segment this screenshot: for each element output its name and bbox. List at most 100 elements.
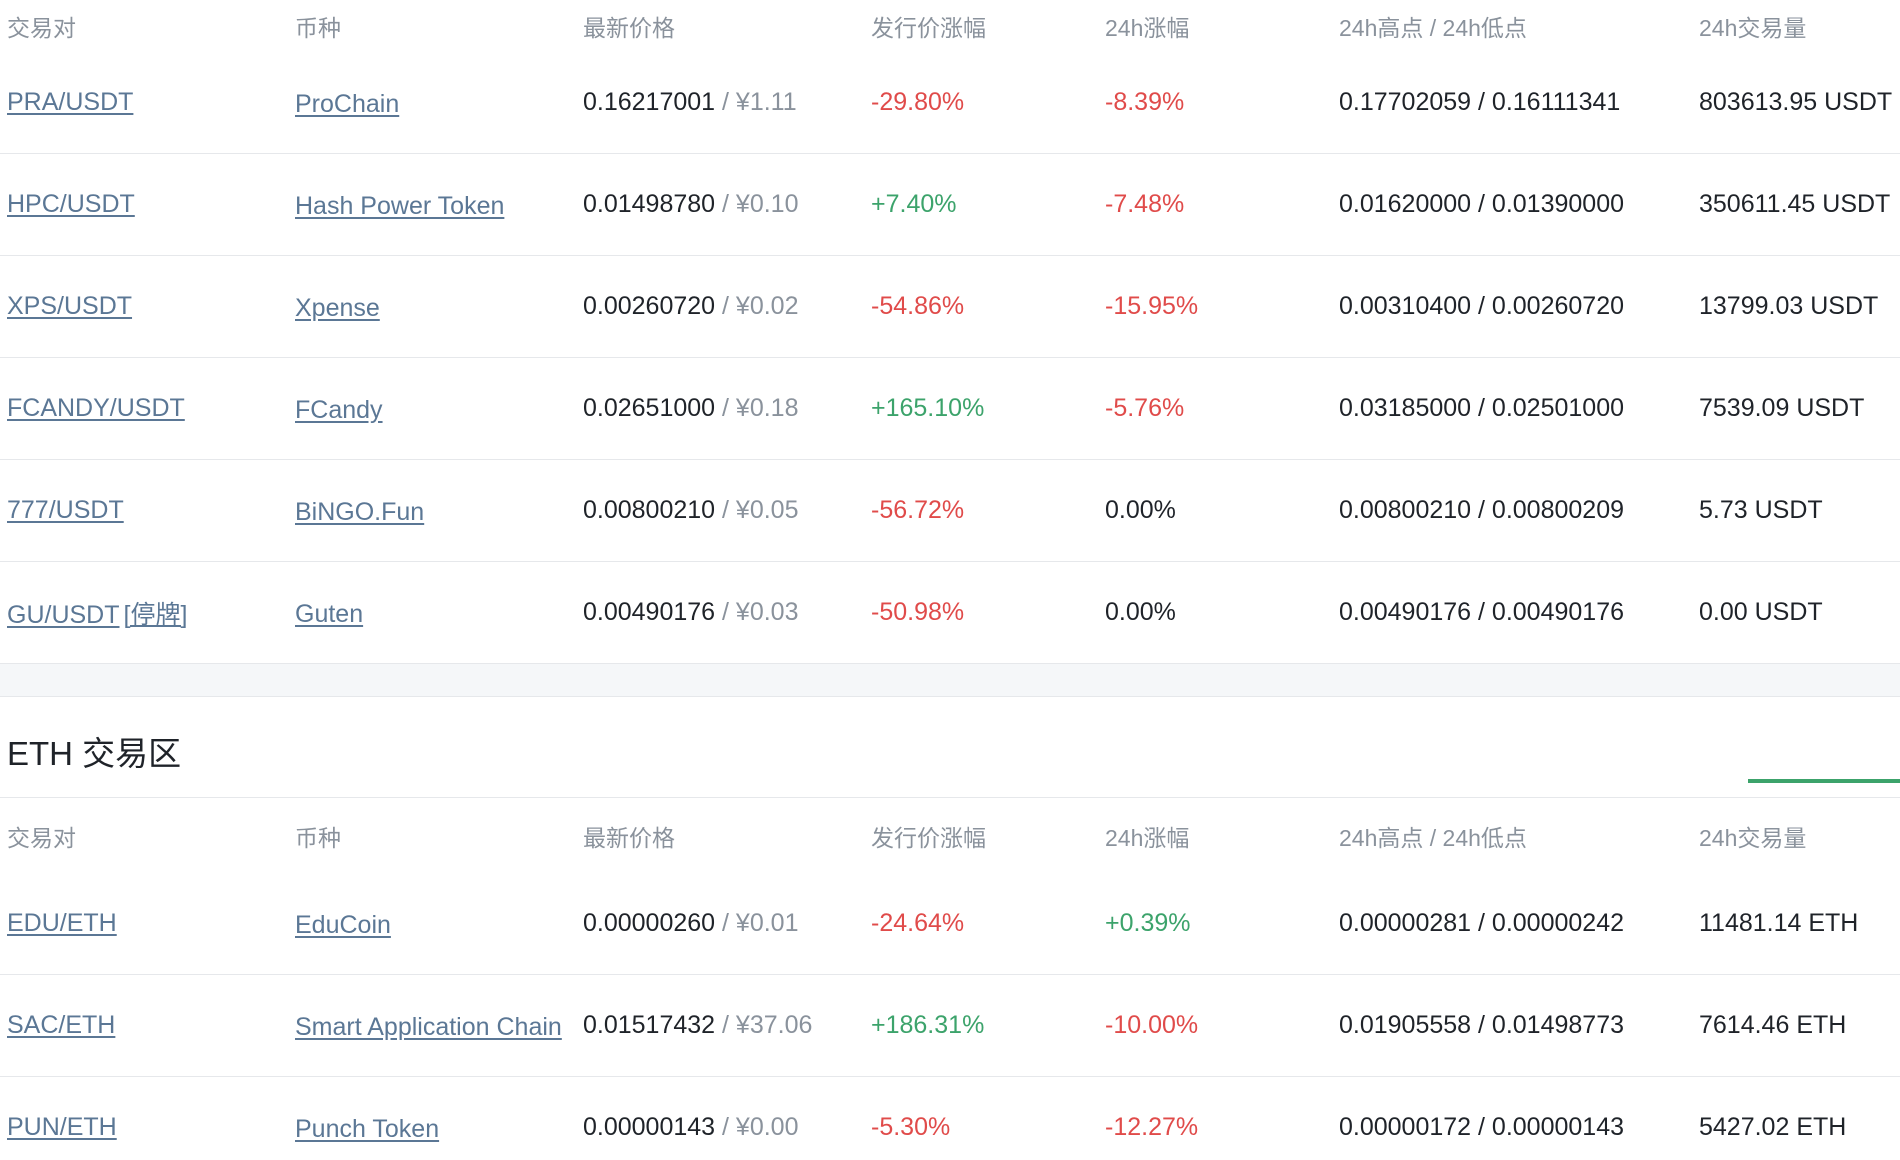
latest-price: 0.01517432 — [583, 1011, 716, 1039]
issue-change: +7.40% — [871, 190, 957, 218]
pair-cell: 777/USDT — [7, 496, 295, 525]
price-cell: 0.00800210 / ¥0.05 — [583, 496, 871, 525]
price-cny: / ¥0.10 — [715, 190, 799, 218]
table-row[interactable]: EDU/ETH EduCoin 0.00000260 / ¥0.01 -24.6… — [0, 873, 1900, 975]
coin-link[interactable]: ProChain — [295, 90, 399, 118]
price-cell: 0.00000143 / ¥0.00 — [583, 1113, 871, 1142]
price-cell: 0.02651000 / ¥0.18 — [583, 394, 871, 423]
pair-link[interactable]: XPS/USDT — [7, 292, 132, 320]
table-row[interactable]: PRA/USDT ProChain 0.16217001 / ¥1.11 -29… — [0, 52, 1900, 154]
coin-link[interactable]: EduCoin — [295, 911, 391, 939]
price-cny: / ¥0.05 — [715, 496, 799, 524]
issue-change: -50.98% — [871, 598, 965, 626]
coin-link[interactable]: Punch Token — [295, 1115, 439, 1143]
coin-cell: EduCoin — [295, 907, 583, 940]
latest-price: 0.00800210 — [583, 496, 716, 524]
price-cell: 0.00260720 / ¥0.02 — [583, 292, 871, 321]
col-header-high-low[interactable]: 24h高点 / 24h低点 — [1339, 819, 1699, 853]
price-cny: / ¥0.02 — [715, 292, 799, 320]
change-24h: -10.00% — [1105, 1011, 1199, 1039]
table-row[interactable]: GU/USDT [停牌] Guten 0.00490176 / ¥0.03 -50… — [0, 562, 1900, 664]
high-low: 0.00490176 / 0.00490176 — [1339, 598, 1624, 626]
table-row[interactable]: XPS/USDT Xpense 0.00260720 / ¥0.02 -54.8… — [0, 256, 1900, 358]
high-low: 0.03185000 / 0.02501000 — [1339, 394, 1624, 422]
col-header-price[interactable]: 最新价格 — [583, 819, 871, 853]
usdt-table-body: PRA/USDT ProChain 0.16217001 / ¥1.11 -29… — [0, 52, 1900, 664]
section-divider — [0, 664, 1900, 697]
price-cny: / ¥37.06 — [715, 1011, 813, 1039]
volume: 11481.14 ETH — [1699, 909, 1859, 937]
price-cny: / ¥1.11 — [715, 88, 797, 116]
table-row[interactable]: PUN/ETH Punch Token 0.00000143 / ¥0.00 -… — [0, 1077, 1900, 1160]
pair-link[interactable]: GU/USDT — [7, 601, 120, 629]
coin-cell: BiNGO.Fun — [295, 494, 583, 527]
col-header-24h-change[interactable]: 24h涨幅 — [1105, 9, 1339, 43]
table-row[interactable]: 777/USDT BiNGO.Fun 0.00800210 / ¥0.05 -5… — [0, 460, 1900, 562]
volume: 5427.02 ETH — [1699, 1113, 1847, 1141]
pair-link[interactable]: PRA/USDT — [7, 88, 133, 116]
volume: 0.00 USDT — [1699, 598, 1823, 626]
high-low: 0.01620000 / 0.01390000 — [1339, 190, 1624, 218]
table-row[interactable]: SAC/ETH Smart Application Chain 0.015174… — [0, 975, 1900, 1077]
latest-price: 0.01498780 — [583, 190, 716, 218]
coin-cell: Xpense — [295, 290, 583, 323]
coin-cell: ProChain — [295, 86, 583, 119]
price-cny: / ¥0.00 — [715, 1113, 799, 1141]
coin-link[interactable]: Guten — [295, 600, 363, 628]
pair-link[interactable]: EDU/ETH — [7, 909, 117, 937]
change-24h: -8.39% — [1105, 88, 1185, 116]
pair-cell: HPC/USDT — [7, 190, 295, 219]
issue-change: -54.86% — [871, 292, 965, 320]
col-header-volume[interactable]: 24h交易量 — [1699, 819, 1900, 853]
volume: 13799.03 USDT — [1699, 292, 1879, 320]
col-header-price[interactable]: 最新价格 — [583, 9, 871, 43]
coin-cell: Guten — [295, 596, 583, 629]
pair-link[interactable]: FCANDY/USDT — [7, 394, 185, 422]
pair-link[interactable]: 777/USDT — [7, 496, 124, 524]
usdt-table-header: 交易对 币种 最新价格 发行价涨幅 24h涨幅 24h高点 / 24h低点 24… — [0, 0, 1900, 52]
coin-link[interactable]: Hash Power Token — [295, 192, 504, 220]
col-header-coin[interactable]: 币种 — [295, 819, 583, 853]
table-row[interactable]: FCANDY/USDT FCandy 0.02651000 / ¥0.18 +1… — [0, 358, 1900, 460]
high-low: 0.00310400 / 0.00260720 — [1339, 292, 1624, 320]
high-low: 0.17702059 / 0.16111341 — [1339, 88, 1621, 116]
latest-price: 0.00490176 — [583, 598, 716, 626]
change-24h: -12.27% — [1105, 1113, 1199, 1141]
col-header-issue-change[interactable]: 发行价涨幅 — [871, 9, 1105, 43]
latest-price: 0.00000143 — [583, 1113, 716, 1141]
suspended-tag[interactable]: [停牌] — [124, 601, 188, 629]
volume: 7539.09 USDT — [1699, 394, 1865, 422]
price-cell: 0.01517432 / ¥37.06 — [583, 1011, 871, 1040]
col-header-high-low[interactable]: 24h高点 / 24h低点 — [1339, 9, 1699, 43]
coin-link[interactable]: Smart Application Chain — [295, 1013, 562, 1041]
volume: 350611.45 USDT — [1699, 190, 1891, 218]
col-header-issue-change[interactable]: 发行价涨幅 — [871, 819, 1105, 853]
volume: 7614.46 ETH — [1699, 1011, 1847, 1039]
pair-link[interactable]: SAC/ETH — [7, 1011, 115, 1039]
coin-cell: FCandy — [295, 392, 583, 425]
coin-link[interactable]: FCandy — [295, 396, 383, 424]
col-header-volume[interactable]: 24h交易量 — [1699, 9, 1900, 43]
pair-cell: FCANDY/USDT — [7, 394, 295, 423]
col-header-pair[interactable]: 交易对 — [7, 9, 295, 43]
volume: 803613.95 USDT — [1699, 88, 1893, 116]
active-tab-underline — [1748, 779, 1900, 783]
coin-link[interactable]: BiNGO.Fun — [295, 498, 424, 526]
table-row[interactable]: HPC/USDT Hash Power Token 0.01498780 / ¥… — [0, 154, 1900, 256]
coin-cell: Punch Token — [295, 1111, 583, 1144]
market-page: 交易对 币种 最新价格 发行价涨幅 24h涨幅 24h高点 / 24h低点 24… — [0, 0, 1900, 1160]
coin-link[interactable]: Xpense — [295, 294, 380, 322]
price-cny: / ¥0.03 — [715, 598, 799, 626]
pair-cell: PUN/ETH — [7, 1113, 295, 1142]
coin-cell: Hash Power Token — [295, 188, 583, 221]
col-header-24h-change[interactable]: 24h涨幅 — [1105, 819, 1339, 853]
eth-section-header: ETH 交易区 — [0, 697, 1900, 798]
pair-link[interactable]: PUN/ETH — [7, 1113, 117, 1141]
col-header-coin[interactable]: 币种 — [295, 9, 583, 43]
col-header-pair[interactable]: 交易对 — [7, 819, 295, 853]
price-cell: 0.01498780 / ¥0.10 — [583, 190, 871, 219]
pair-link[interactable]: HPC/USDT — [7, 190, 135, 218]
eth-table-header: 交易对 币种 最新价格 发行价涨幅 24h涨幅 24h高点 / 24h低点 24… — [0, 798, 1900, 873]
pair-cell: PRA/USDT — [7, 88, 295, 117]
issue-change: -24.64% — [871, 909, 965, 937]
